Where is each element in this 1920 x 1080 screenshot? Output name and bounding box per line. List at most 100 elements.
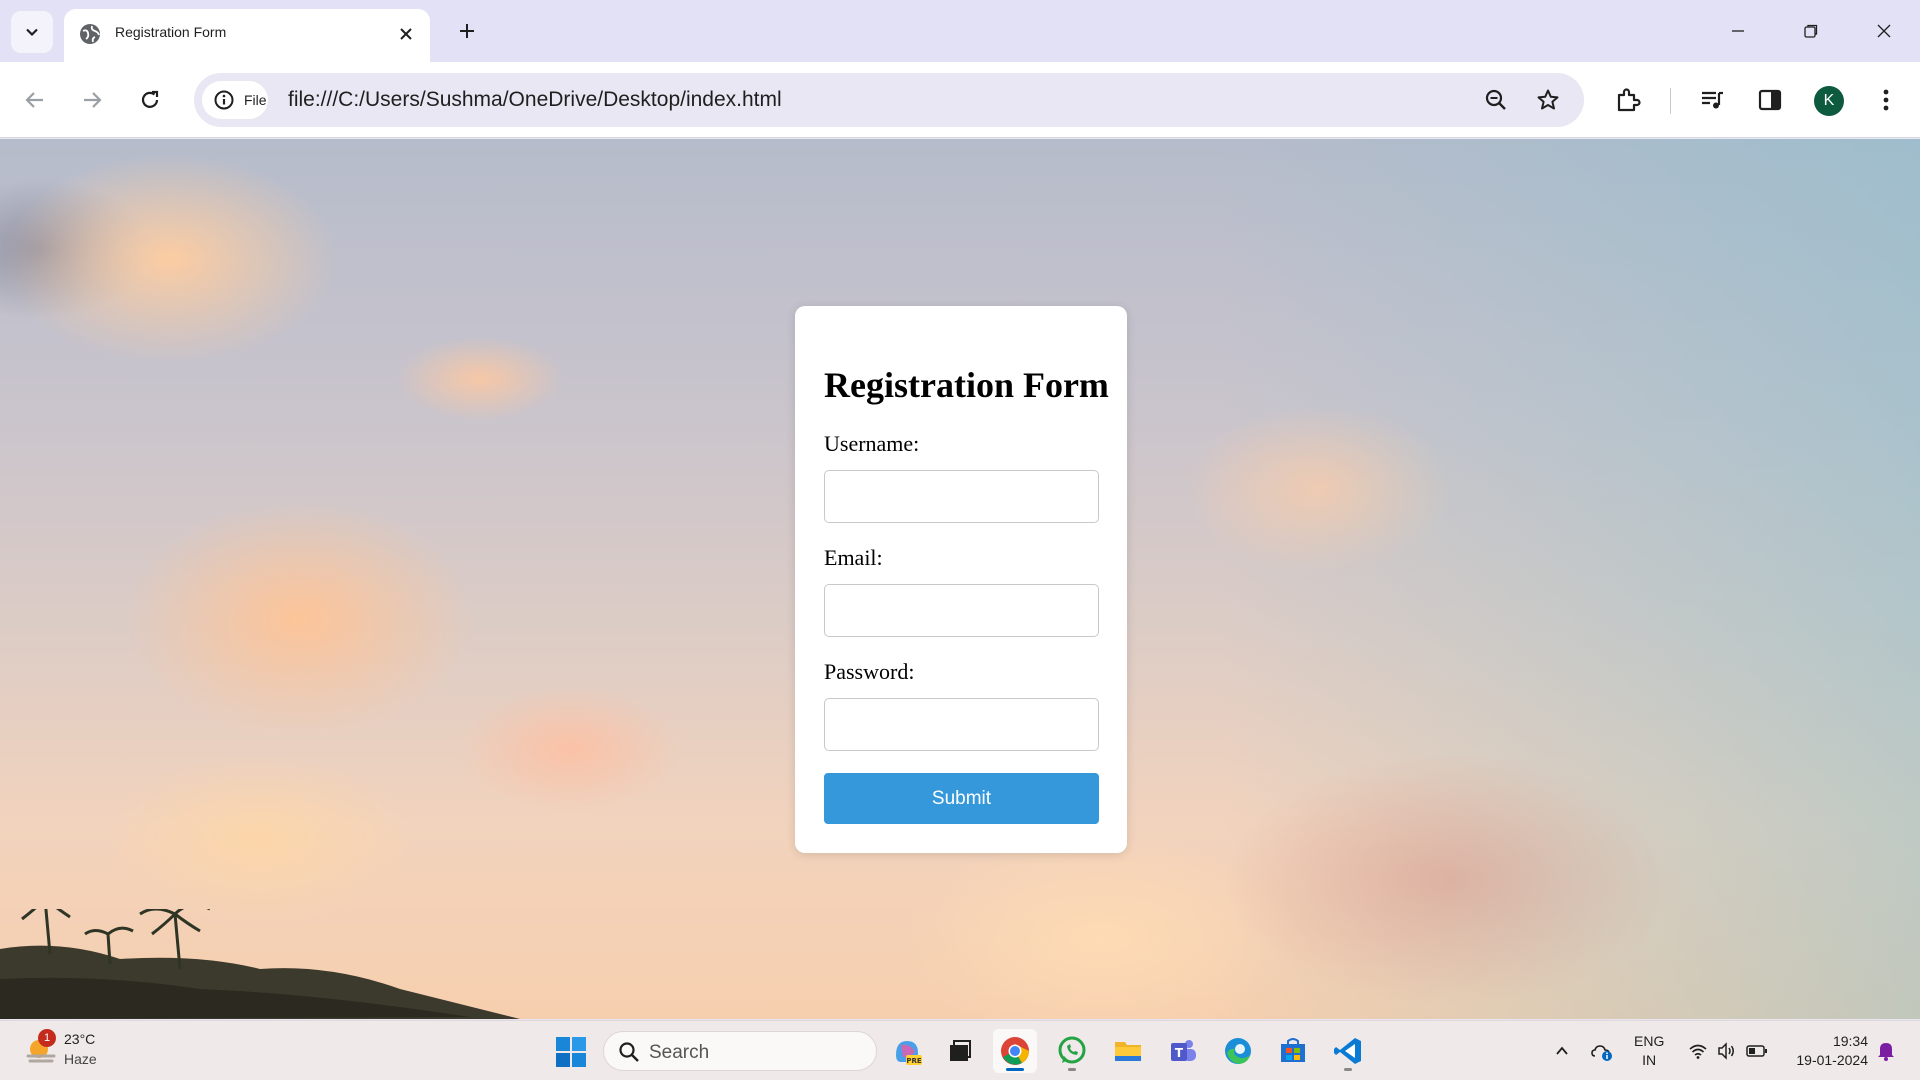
extensions-button[interactable] xyxy=(1610,82,1646,118)
page-background: Registration Form Username: Email: Passw… xyxy=(0,139,1920,1019)
copilot-pre-icon: PRE xyxy=(896,1041,922,1065)
tab-title: Registration Form xyxy=(115,24,227,40)
app-indicator xyxy=(1068,1068,1076,1071)
copilot-pre-app[interactable]: PRE xyxy=(885,1029,929,1073)
browser-toolbar: File file:///C:/Users/Sushma/OneDrive/De… xyxy=(0,62,1920,138)
show-hidden-icons-button[interactable] xyxy=(1550,1039,1574,1063)
active-tab[interactable]: Registration Form xyxy=(64,9,430,62)
palm-island-image xyxy=(0,909,520,1019)
weather-badge: 1 xyxy=(38,1029,56,1047)
taskbar-search[interactable]: Search xyxy=(603,1031,877,1071)
active-app-indicator xyxy=(1006,1068,1024,1071)
teams-app[interactable]: T xyxy=(1161,1029,1205,1073)
bell-icon xyxy=(1878,1043,1894,1061)
playlist-icon xyxy=(1702,91,1723,109)
plus-icon xyxy=(460,24,474,38)
notifications-button[interactable] xyxy=(1874,1039,1898,1063)
tab-strip: Registration Form xyxy=(0,0,1920,62)
sky-tint xyxy=(1220,139,1920,1019)
email-input[interactable] xyxy=(824,584,1099,637)
site-chip-label: File xyxy=(244,92,267,108)
onedrive-tray-button[interactable] xyxy=(1590,1039,1614,1063)
arrow-right-icon xyxy=(84,92,102,108)
store-app[interactable] xyxy=(1271,1029,1315,1073)
edge-icon xyxy=(1225,1038,1251,1064)
reload-button[interactable] xyxy=(132,82,168,118)
reload-icon xyxy=(141,90,159,108)
wifi-icon-wrapper xyxy=(1686,1039,1710,1063)
clock-date: 19-01-2024 xyxy=(1796,1052,1868,1068)
address-bar[interactable]: File file:///C:/Users/Sushma/OneDrive/De… xyxy=(194,73,1584,127)
restore-button[interactable] xyxy=(1795,15,1827,47)
battery-icon xyxy=(1746,1045,1767,1057)
site-info-chip[interactable]: File xyxy=(202,81,268,119)
weather-condition: Haze xyxy=(64,1051,97,1067)
wifi-icon xyxy=(1689,1044,1707,1059)
volume-icon xyxy=(1718,1042,1734,1060)
username-label: Username: xyxy=(824,431,920,456)
arrow-left-icon xyxy=(25,92,43,108)
side-panel-icon xyxy=(1758,89,1782,111)
language-code: ENG xyxy=(1634,1033,1665,1049)
chevron-up-icon xyxy=(1556,1046,1568,1055)
kebab-menu-icon xyxy=(1883,89,1889,111)
submit-button[interactable]: Submit xyxy=(824,773,1099,824)
new-tab-button[interactable] xyxy=(453,17,481,45)
profile-avatar[interactable]: K xyxy=(1814,86,1844,116)
region-code: IN xyxy=(1642,1052,1657,1068)
bookmark-button[interactable] xyxy=(1534,86,1562,114)
svg-text:PRE: PRE xyxy=(906,1057,922,1065)
close-icon xyxy=(400,28,412,40)
file-explorer-icon xyxy=(1115,1042,1141,1061)
task-view-app[interactable] xyxy=(938,1029,982,1073)
svg-text:T: T xyxy=(1175,1046,1184,1060)
whatsapp-icon xyxy=(1058,1036,1086,1064)
globe-icon xyxy=(80,24,100,44)
minimize-button[interactable] xyxy=(1722,15,1754,47)
form-title: Registration Form xyxy=(824,365,1109,405)
search-icon xyxy=(619,1042,639,1062)
task-view-icon xyxy=(950,1040,971,1061)
username-input[interactable] xyxy=(824,470,1099,523)
store-icon xyxy=(1281,1038,1305,1062)
search-placeholder: Search xyxy=(649,1042,710,1063)
weather-temp: 23°C xyxy=(64,1031,96,1047)
tab-close-button[interactable] xyxy=(394,22,418,46)
close-window-icon xyxy=(1877,24,1891,38)
chrome-app[interactable] xyxy=(993,1029,1037,1073)
chrome-icon xyxy=(1001,1037,1029,1065)
back-button[interactable] xyxy=(17,82,53,118)
windows-taskbar: 1 23°C Haze Search PRE T ENG IN 19:34 19… xyxy=(0,1020,1920,1080)
info-icon xyxy=(214,90,234,110)
whatsapp-app[interactable] xyxy=(1050,1029,1094,1073)
restore-icon xyxy=(1804,24,1818,38)
forward-button[interactable] xyxy=(74,82,110,118)
side-panel-button[interactable] xyxy=(1752,82,1788,118)
teams-icon: T xyxy=(1171,1040,1196,1061)
battery-icon-wrapper xyxy=(1745,1039,1769,1063)
chevron-down-icon xyxy=(26,28,38,37)
language-indicator[interactable]: ENG IN xyxy=(1634,1032,1664,1070)
tab-search-button[interactable] xyxy=(11,11,53,53)
edge-app[interactable] xyxy=(1216,1029,1260,1073)
minimize-icon xyxy=(1732,30,1744,32)
volume-icon-wrapper xyxy=(1714,1039,1738,1063)
clock[interactable]: 19:34 19-01-2024 xyxy=(1788,1032,1868,1070)
windows-start-icon[interactable] xyxy=(553,1034,589,1070)
password-input[interactable] xyxy=(824,698,1099,751)
password-label: Password: xyxy=(824,659,915,684)
toolbar-separator xyxy=(1670,88,1671,114)
file-explorer-app[interactable] xyxy=(1106,1029,1150,1073)
registration-form-card: Registration Form Username: Email: Passw… xyxy=(795,306,1127,853)
star-icon xyxy=(1537,89,1559,110)
media-control-button[interactable] xyxy=(1694,82,1730,118)
zoom-button[interactable] xyxy=(1482,86,1510,114)
vscode-app[interactable] xyxy=(1326,1029,1370,1073)
vscode-icon xyxy=(1334,1038,1361,1064)
url-text[interactable]: file:///C:/Users/Sushma/OneDrive/Desktop… xyxy=(288,88,782,112)
browser-menu-button[interactable] xyxy=(1868,82,1904,118)
clock-time: 19:34 xyxy=(1832,1033,1868,1049)
zoom-out-icon xyxy=(1485,89,1506,110)
cloud-info-icon xyxy=(1591,1045,1612,1061)
close-window-button[interactable] xyxy=(1868,15,1900,47)
